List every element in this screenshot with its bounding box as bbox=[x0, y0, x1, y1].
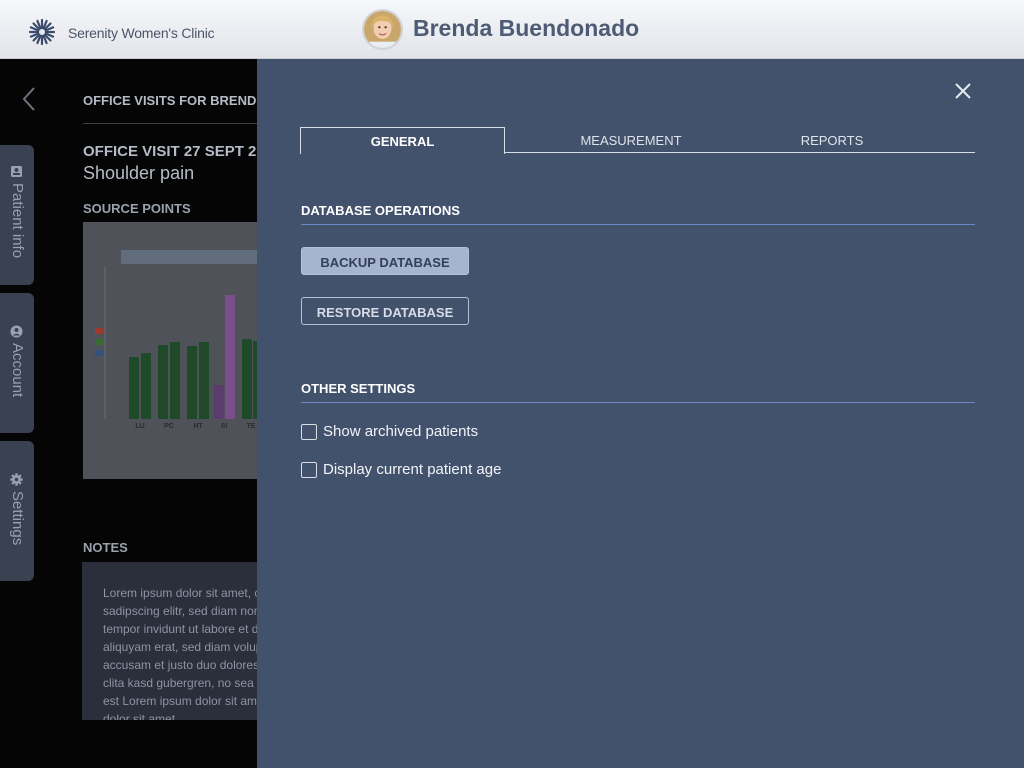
chart-category-label: LU bbox=[135, 423, 144, 430]
heading-divider bbox=[83, 123, 258, 124]
source-points-chart-thumbnail[interactable]: LU PC HT SI TE bbox=[83, 222, 259, 479]
tab-general[interactable]: GENERAL bbox=[300, 127, 505, 154]
visit-complaint: Shoulder pain bbox=[83, 163, 195, 183]
id-card-icon bbox=[11, 166, 22, 177]
chart-bar bbox=[199, 342, 209, 419]
side-tab-patient-info[interactable]: Patient info bbox=[0, 145, 34, 285]
source-points-heading: SOURCE POINTS bbox=[83, 201, 191, 216]
side-tab-settings[interactable]: Settings bbox=[0, 441, 34, 581]
chart-bar bbox=[225, 295, 235, 419]
other-settings-title: OTHER SETTINGS bbox=[301, 381, 416, 396]
section-divider bbox=[301, 224, 975, 225]
side-tab-account[interactable]: Account bbox=[0, 293, 34, 433]
side-tab-label: Patient info bbox=[9, 183, 26, 259]
checkbox-label: Show archived patients bbox=[323, 423, 479, 440]
chart-bar bbox=[187, 346, 197, 419]
chart-category-label: TE bbox=[247, 423, 256, 430]
patient-avatar[interactable] bbox=[362, 9, 403, 50]
display-patient-age-checkbox[interactable] bbox=[301, 462, 317, 478]
show-archived-patients-checkbox[interactable] bbox=[301, 424, 317, 440]
notes-box: Lorem ipsum dolor sit amet, consetetur s… bbox=[82, 562, 258, 720]
chart-category-label: SI bbox=[221, 423, 228, 430]
office-visits-heading: OFFICE VISITS FOR BREND bbox=[83, 93, 257, 108]
tab-measurement[interactable]: MEASUREMENT bbox=[531, 127, 731, 153]
app-header: Serenity Women's Clinic Brenda Buendonad… bbox=[0, 0, 1024, 59]
back-arrow-icon[interactable] bbox=[18, 86, 40, 112]
chart-bar bbox=[170, 342, 180, 419]
notes-text: Lorem ipsum dolor sit amet, consetetur s… bbox=[103, 586, 258, 720]
patient-name: Brenda Buendonado bbox=[413, 15, 640, 41]
chart-bar bbox=[129, 357, 139, 419]
database-operations-title: DATABASE OPERATIONS bbox=[301, 203, 460, 218]
notes-heading: NOTES bbox=[83, 540, 128, 555]
chart-category-label: PC bbox=[164, 423, 174, 430]
close-icon[interactable] bbox=[953, 81, 973, 101]
chart-category-label: HT bbox=[193, 423, 203, 430]
chart-bar bbox=[158, 345, 168, 419]
side-tab-label: Settings bbox=[9, 491, 26, 546]
clinic-logo-icon bbox=[28, 18, 56, 46]
user-circle-icon bbox=[10, 325, 23, 338]
gear-icon bbox=[10, 473, 23, 486]
side-tab-label: Account bbox=[9, 343, 26, 398]
visit-title: OFFICE VISIT 27 SEPT 2 bbox=[83, 143, 257, 160]
settings-panel: GENERAL MEASUREMENT REPORTS DATABASE OPE… bbox=[257, 59, 1024, 768]
backup-database-button[interactable]: BACKUP DATABASE bbox=[301, 247, 469, 275]
restore-database-button[interactable]: RESTORE DATABASE bbox=[301, 297, 469, 325]
tab-reports[interactable]: REPORTS bbox=[747, 127, 917, 153]
clinic-name: Serenity Women's Clinic bbox=[68, 25, 215, 41]
checkbox-label: Display current patient age bbox=[323, 461, 502, 478]
chart-bar bbox=[242, 339, 252, 419]
chart-bar bbox=[141, 353, 151, 419]
section-divider bbox=[301, 402, 975, 403]
chart-bar bbox=[214, 385, 224, 419]
